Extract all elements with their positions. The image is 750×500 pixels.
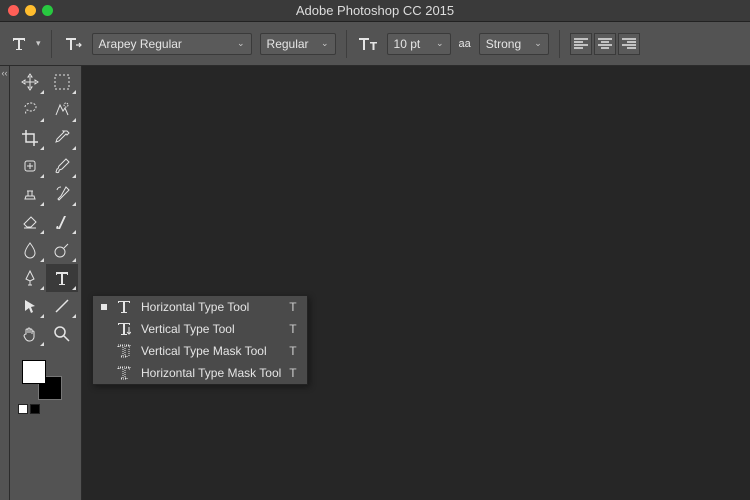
selected-indicator [101,326,107,332]
vertical-type-icon [115,322,133,336]
font-size-dropdown[interactable]: 10 pt ⌄ [387,33,451,55]
healing-brush-tool[interactable] [14,152,46,180]
eraser-tool[interactable] [14,208,46,236]
hand-tool[interactable] [14,320,46,348]
default-colors-icon[interactable] [18,404,28,414]
selected-indicator [101,304,107,310]
horizontal-type-icon [115,300,133,314]
brush-tool[interactable] [46,152,78,180]
text-orientation-icon[interactable] [62,33,84,55]
font-size-icon [357,33,379,55]
app-title: Adobe Photoshop CC 2015 [296,3,454,18]
flyout-horizontal-type-mask[interactable]: Horizontal Type Mask Tool T [93,362,307,384]
toolbox-collapse[interactable]: ‹‹ [0,66,10,500]
antialias-value: Strong [486,37,521,51]
vertical-type-mask-icon [115,344,133,358]
type-tool-preset-icon[interactable] [8,33,30,55]
minimize-icon[interactable] [25,5,36,16]
options-bar: ▾ Arapey Regular ⌄ Regular ⌄ 10 pt ⌄ aa … [0,22,750,66]
quick-selection-tool[interactable] [46,96,78,124]
move-tool[interactable] [14,68,46,96]
maximize-icon[interactable] [42,5,53,16]
font-size-value: 10 pt [394,37,421,51]
chevron-down-icon: ⌄ [237,38,245,49]
font-family-value: Arapey Regular [99,37,182,51]
titlebar: Adobe Photoshop CC 2015 [0,0,750,22]
zoom-tool[interactable] [46,320,78,348]
close-icon[interactable] [8,5,19,16]
font-style-value: Regular [267,37,309,51]
selected-indicator [101,370,107,376]
type-tool-flyout: Horizontal Type Tool T Vertical Type Too… [92,295,308,385]
chevron-down-icon: ⌄ [321,38,329,49]
align-center-button[interactable] [594,33,616,55]
align-left-button[interactable] [570,33,592,55]
antialias-dropdown[interactable]: Strong ⌄ [479,33,549,55]
marquee-tool[interactable] [46,68,78,96]
path-selection-tool[interactable] [14,292,46,320]
history-brush-tool[interactable] [46,180,78,208]
chevron-down-icon[interactable]: ▾ [36,38,41,49]
flyout-vertical-type[interactable]: Vertical Type Tool T [93,318,307,340]
selected-indicator [101,348,107,354]
clone-stamp-tool[interactable] [14,180,46,208]
crop-tool[interactable] [14,124,46,152]
eyedropper-tool[interactable] [46,124,78,152]
pen-tool[interactable] [14,264,46,292]
text-align-group [570,33,640,55]
color-swatches[interactable] [14,356,77,418]
lasso-tool[interactable] [14,96,46,124]
shape-tool[interactable] [46,292,78,320]
antialias-label: aa [459,38,471,50]
font-style-dropdown[interactable]: Regular ⌄ [260,33,336,55]
type-tool[interactable] [46,264,78,292]
dodge-tool[interactable] [46,236,78,264]
toolbox [10,66,82,500]
flyout-vertical-type-mask[interactable]: Vertical Type Mask Tool T [93,340,307,362]
gradient-tool[interactable] [46,208,78,236]
chevron-down-icon: ⌄ [534,38,542,49]
font-family-dropdown[interactable]: Arapey Regular ⌄ [92,33,252,55]
canvas-area [82,66,750,500]
foreground-color[interactable] [22,360,46,384]
chevron-down-icon: ⌄ [436,38,444,49]
swap-colors-icon[interactable] [30,404,40,414]
blur-tool[interactable] [14,236,46,264]
align-right-button[interactable] [618,33,640,55]
flyout-horizontal-type[interactable]: Horizontal Type Tool T [93,296,307,318]
horizontal-type-mask-icon [115,366,133,380]
window-controls [8,5,53,16]
